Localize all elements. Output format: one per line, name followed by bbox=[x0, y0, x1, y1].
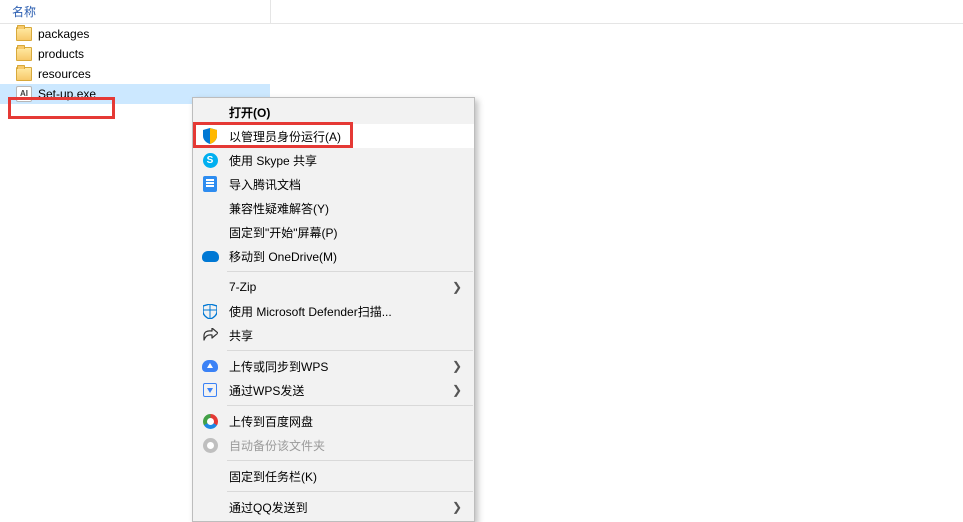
menu-pin-taskbar[interactable]: 固定到任务栏(K) bbox=[193, 464, 474, 488]
menu-compat[interactable]: 兼容性疑难解答(Y) bbox=[193, 196, 474, 220]
submenu-arrow-icon: ❯ bbox=[452, 500, 462, 514]
column-header[interactable]: 名称 bbox=[0, 0, 963, 24]
file-name: products bbox=[38, 47, 84, 61]
blank-icon bbox=[201, 498, 219, 516]
share-icon bbox=[201, 326, 219, 344]
menu-7zip[interactable]: 7-Zip ❯ bbox=[193, 275, 474, 299]
menu-separator bbox=[227, 460, 473, 461]
blank-icon bbox=[201, 467, 219, 485]
file-row-folder[interactable]: packages bbox=[0, 24, 270, 44]
menu-defender[interactable]: 使用 Microsoft Defender扫描... bbox=[193, 299, 474, 323]
blank-icon bbox=[201, 278, 219, 296]
column-name-label: 名称 bbox=[12, 3, 36, 20]
blank-icon bbox=[201, 223, 219, 241]
blank-icon bbox=[201, 199, 219, 217]
submenu-arrow-icon: ❯ bbox=[452, 383, 462, 397]
baidu-icon bbox=[201, 412, 219, 430]
menu-wps-send[interactable]: 通过WPS发送 ❯ bbox=[193, 378, 474, 402]
wps-send-icon bbox=[201, 381, 219, 399]
folder-icon bbox=[16, 47, 32, 61]
menu-qq-send[interactable]: 通过QQ发送到 ❯ bbox=[193, 495, 474, 519]
menu-skype-share[interactable]: S 使用 Skype 共享 bbox=[193, 148, 474, 172]
exe-icon: AI bbox=[16, 86, 32, 102]
menu-separator bbox=[227, 271, 473, 272]
file-name: packages bbox=[38, 27, 89, 41]
skype-icon: S bbox=[201, 151, 219, 169]
baidu-icon-grey bbox=[201, 436, 219, 454]
menu-pin-start[interactable]: 固定到"开始"屏幕(P) bbox=[193, 220, 474, 244]
menu-run-as-admin[interactable]: 以管理员身份运行(A) bbox=[193, 124, 474, 148]
file-row-folder[interactable]: products bbox=[0, 44, 270, 64]
tencent-doc-icon bbox=[201, 175, 219, 193]
blank-icon bbox=[201, 103, 219, 121]
file-name: resources bbox=[38, 67, 91, 81]
folder-icon bbox=[16, 27, 32, 41]
menu-share[interactable]: 共享 bbox=[193, 323, 474, 347]
defender-icon bbox=[201, 302, 219, 320]
menu-separator bbox=[227, 405, 473, 406]
folder-icon bbox=[16, 67, 32, 81]
menu-onedrive[interactable]: 移动到 OneDrive(M) bbox=[193, 244, 474, 268]
menu-separator bbox=[227, 491, 473, 492]
shield-icon bbox=[201, 127, 219, 145]
context-menu: 打开(O) 以管理员身份运行(A) S 使用 Skype 共享 导入腾讯文档 兼… bbox=[192, 97, 475, 522]
file-name: Set-up.exe bbox=[38, 87, 96, 101]
file-list: packages products resources AI Set-up.ex… bbox=[0, 24, 270, 104]
menu-open[interactable]: 打开(O) bbox=[193, 100, 474, 124]
menu-baidu-auto: 自动备份该文件夹 bbox=[193, 433, 474, 457]
menu-separator bbox=[227, 350, 473, 351]
column-divider bbox=[270, 0, 271, 23]
submenu-arrow-icon: ❯ bbox=[452, 280, 462, 294]
submenu-arrow-icon: ❯ bbox=[452, 359, 462, 373]
file-row-folder[interactable]: resources bbox=[0, 64, 270, 84]
menu-wps-upload[interactable]: 上传或同步到WPS ❯ bbox=[193, 354, 474, 378]
menu-tencent-docs[interactable]: 导入腾讯文档 bbox=[193, 172, 474, 196]
wps-cloud-icon bbox=[201, 357, 219, 375]
onedrive-icon bbox=[201, 247, 219, 265]
menu-baidu-upload[interactable]: 上传到百度网盘 bbox=[193, 409, 474, 433]
